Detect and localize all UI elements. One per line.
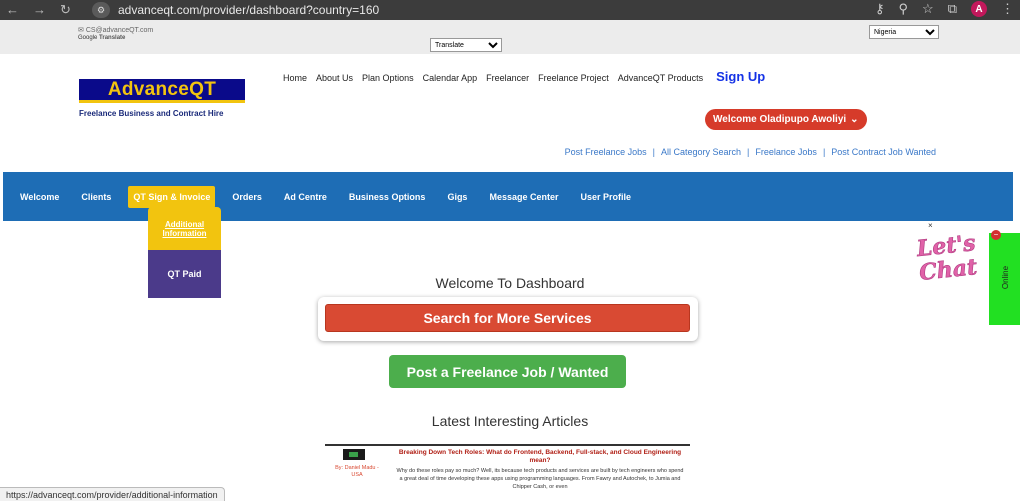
browser-nav: ← → ↻ (6, 2, 71, 18)
address-bar[interactable]: ⚙ advanceqt.com/provider/dashboard?count… (92, 1, 379, 19)
divider: | (822, 147, 826, 157)
extensions-icon[interactable]: ⧉ (948, 1, 957, 17)
logo[interactable]: AdvanceQT (79, 79, 245, 103)
divider: | (747, 147, 750, 157)
topnav-freelancer[interactable]: Freelancer (486, 73, 529, 83)
search-services-panel: Search for More Services (318, 297, 698, 341)
bookmark-star-icon[interactable]: ☆ (922, 1, 934, 17)
quick-links: Post Freelance Jobs | All Category Searc… (565, 147, 936, 157)
welcome-user-button[interactable]: Welcome Oladipupo Awoliyi ⌄ (705, 109, 867, 130)
lets-chat-widget[interactable]: × Let's Chat (915, 221, 986, 298)
nav-message-center[interactable]: Message Center (478, 186, 569, 208)
top-nav: Home About Us Plan Options Calendar App … (283, 69, 765, 84)
nav-business-options[interactable]: Business Options (338, 186, 437, 208)
link-post-freelance-jobs[interactable]: Post Freelance Jobs (565, 147, 647, 157)
article-thumbnail[interactable] (343, 449, 365, 460)
link-all-category-search[interactable]: All Category Search (661, 147, 741, 157)
chevron-down-icon: ⌄ (850, 114, 859, 125)
topnav-home[interactable]: Home (283, 73, 307, 83)
post-freelance-job-button[interactable]: Post a Freelance Job / Wanted (389, 355, 626, 388)
browser-toolbar: ← → ↻ ⚙ advanceqt.com/provider/dashboard… (0, 0, 1020, 20)
articles-heading: Latest Interesting Articles (431, 413, 589, 429)
nav-clients[interactable]: Clients (70, 186, 122, 208)
article-title[interactable]: Breaking Down Tech Roles: What do Fronte… (395, 449, 685, 465)
site-info-icon[interactable]: ⚙ (92, 2, 110, 18)
nav-welcome[interactable]: Welcome (20, 186, 70, 208)
dropdown-additional-information[interactable]: Additional Information (148, 207, 221, 250)
link-freelance-jobs[interactable]: Freelance Jobs (755, 147, 817, 157)
page-title: Welcome To Dashboard (435, 275, 585, 291)
minimize-badge-icon[interactable]: − (991, 230, 1001, 240)
site-header: AdvanceQT Freelance Business and Contrac… (0, 54, 1020, 172)
topnav-freelance-project[interactable]: Freelance Project (538, 73, 609, 83)
status-bar-url: https://advanceqt.com/provider/additiona… (0, 487, 225, 501)
divider: | (652, 147, 655, 157)
lets-chat-logo[interactable]: Let's Chat (915, 230, 979, 286)
article-excerpt: Why do these roles pay so much? Well, it… (396, 468, 684, 490)
article-author: By: Daniel Madu - USA (335, 465, 379, 478)
zoom-icon[interactable]: ⚲ (899, 1, 909, 17)
address-bar-url[interactable]: advanceqt.com/provider/dashboard?country… (118, 3, 379, 17)
utility-bar: ✉ CS@advanceQT.com Google Translate Tran… (0, 20, 1020, 54)
menu-dots-icon[interactable]: ⋮ (1001, 1, 1014, 17)
key-icon[interactable]: ⚷ (875, 1, 885, 17)
signup-link[interactable]: Sign Up (716, 69, 765, 84)
forward-icon[interactable]: → (33, 2, 46, 18)
online-status-tab[interactable]: − Online (989, 230, 1020, 325)
logo-tagline: Freelance Business and Contract Hire (79, 109, 224, 118)
topnav-advanceqt-products[interactable]: AdvanceQT Products (618, 73, 703, 83)
nav-qt-sign-invoice[interactable]: QT Sign & Invoice (128, 185, 216, 208)
profile-avatar[interactable]: A (971, 1, 987, 17)
topnav-about-us[interactable]: About Us (316, 73, 353, 83)
link-post-contract-job-wanted[interactable]: Post Contract Job Wanted (831, 147, 936, 157)
browser-actions: ⚷ ⚲ ☆ ⧉ A ⋮ (875, 1, 1014, 17)
nav-user-profile[interactable]: User Profile (569, 186, 642, 208)
contact-email[interactable]: ✉ CS@advanceQT.com (78, 26, 153, 34)
reload-icon[interactable]: ↻ (60, 2, 71, 18)
search-services-button[interactable]: Search for More Services (325, 304, 690, 332)
country-select[interactable]: Nigeria (869, 25, 939, 39)
nav-orders[interactable]: Orders (221, 186, 273, 208)
article-card[interactable]: By: Daniel Madu - USA Breaking Down Tech… (325, 444, 690, 490)
topnav-plan-options[interactable]: Plan Options (362, 73, 414, 83)
topnav-calendar-app[interactable]: Calendar App (423, 73, 478, 83)
close-icon[interactable]: × (928, 221, 933, 230)
nav-gigs[interactable]: Gigs (436, 186, 478, 208)
translate-select[interactable]: Translate (430, 38, 502, 52)
online-label: Online (1001, 265, 1011, 290)
google-translate-label: Google Translate (78, 35, 126, 41)
nav-ad-centre[interactable]: Ad Centre (273, 186, 338, 208)
back-icon[interactable]: ← (6, 2, 19, 18)
